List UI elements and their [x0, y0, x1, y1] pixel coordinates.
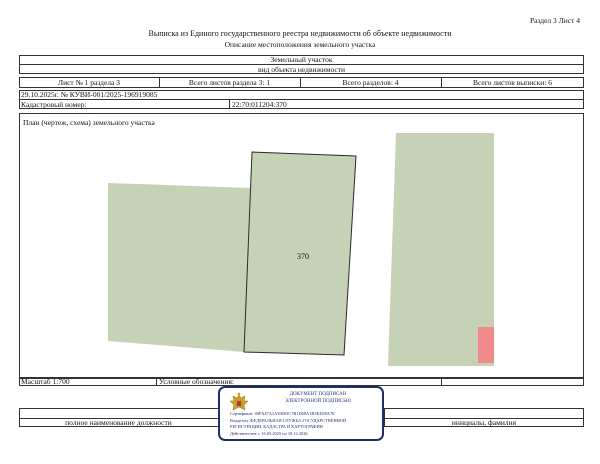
scale-row	[19, 377, 584, 386]
cadastral-divider	[229, 99, 230, 109]
sheet-of-section: Лист № 1 раздела 3	[58, 78, 120, 87]
legend-label: Условные обозначения:	[159, 377, 235, 386]
stamp-owner: Владелец: ФЕДЕРАЛЬНАЯ СЛУЖБА ГОСУДАРСТВЕ…	[230, 418, 347, 423]
electronic-signature-stamp: ДОКУМЕНТ ПОДПИСАН ЭЛЕКТРОННОЙ ПОДПИСЬЮ С…	[218, 386, 384, 441]
section-sheet-label: Раздел 3 Лист 4	[529, 16, 580, 25]
name-caption: инициалы, фамилия	[451, 418, 517, 427]
stamp-line1: ДОКУМЕНТ ПОДПИСАН	[289, 392, 347, 397]
parcel-370-label: 370	[297, 252, 309, 261]
doc-info-divider	[19, 99, 584, 100]
document-title: Выписка из Единого государственного реес…	[148, 29, 452, 38]
stamp-certificate: Сертификат: 00FA47A1A39003C7B1D68A1B3E4D…	[230, 411, 335, 416]
stamp-validity: Действителен: с 16.05.2025 по 18.12.2026	[230, 431, 308, 436]
stamp-line2: ЭЛЕКТРОННОЙ ПОДПИСЬЮ	[284, 399, 352, 404]
scale-label: Масштаб 1:700	[21, 377, 70, 386]
total-sheets-section: Всего листов раздела 3: 1	[188, 78, 271, 87]
highlight-area	[478, 327, 494, 363]
date-number: 29.10.2025г. № КУВИ-001/2025-196919085	[21, 90, 158, 99]
document-subtitle: Описание местоположения земельного участ…	[224, 40, 376, 49]
cadastral-number: 22:70:011204:370	[232, 100, 287, 109]
stamp-owner-2: РЕГИСТРАЦИИ, КАДАСТРА И КАРТОГРАФИИ	[230, 424, 323, 429]
total-sections: Всего разделов: 4	[342, 78, 399, 87]
neighbor-parcel-west	[108, 183, 250, 352]
object-type-caption: вид объекта недвижимости	[257, 65, 346, 74]
total-sheets-extract: Всего листов выписки: 6	[473, 78, 552, 87]
legend-divider	[441, 377, 442, 386]
plan-title: План (чертеж, схема) земельного участка	[23, 118, 155, 127]
plan-drawing: 370	[108, 133, 494, 366]
object-type: Земельный участок	[270, 55, 333, 64]
cadastral-label: Кадастровый номер:	[21, 100, 87, 109]
position-caption: полное наименование должности	[65, 418, 172, 427]
scale-divider	[156, 377, 157, 386]
